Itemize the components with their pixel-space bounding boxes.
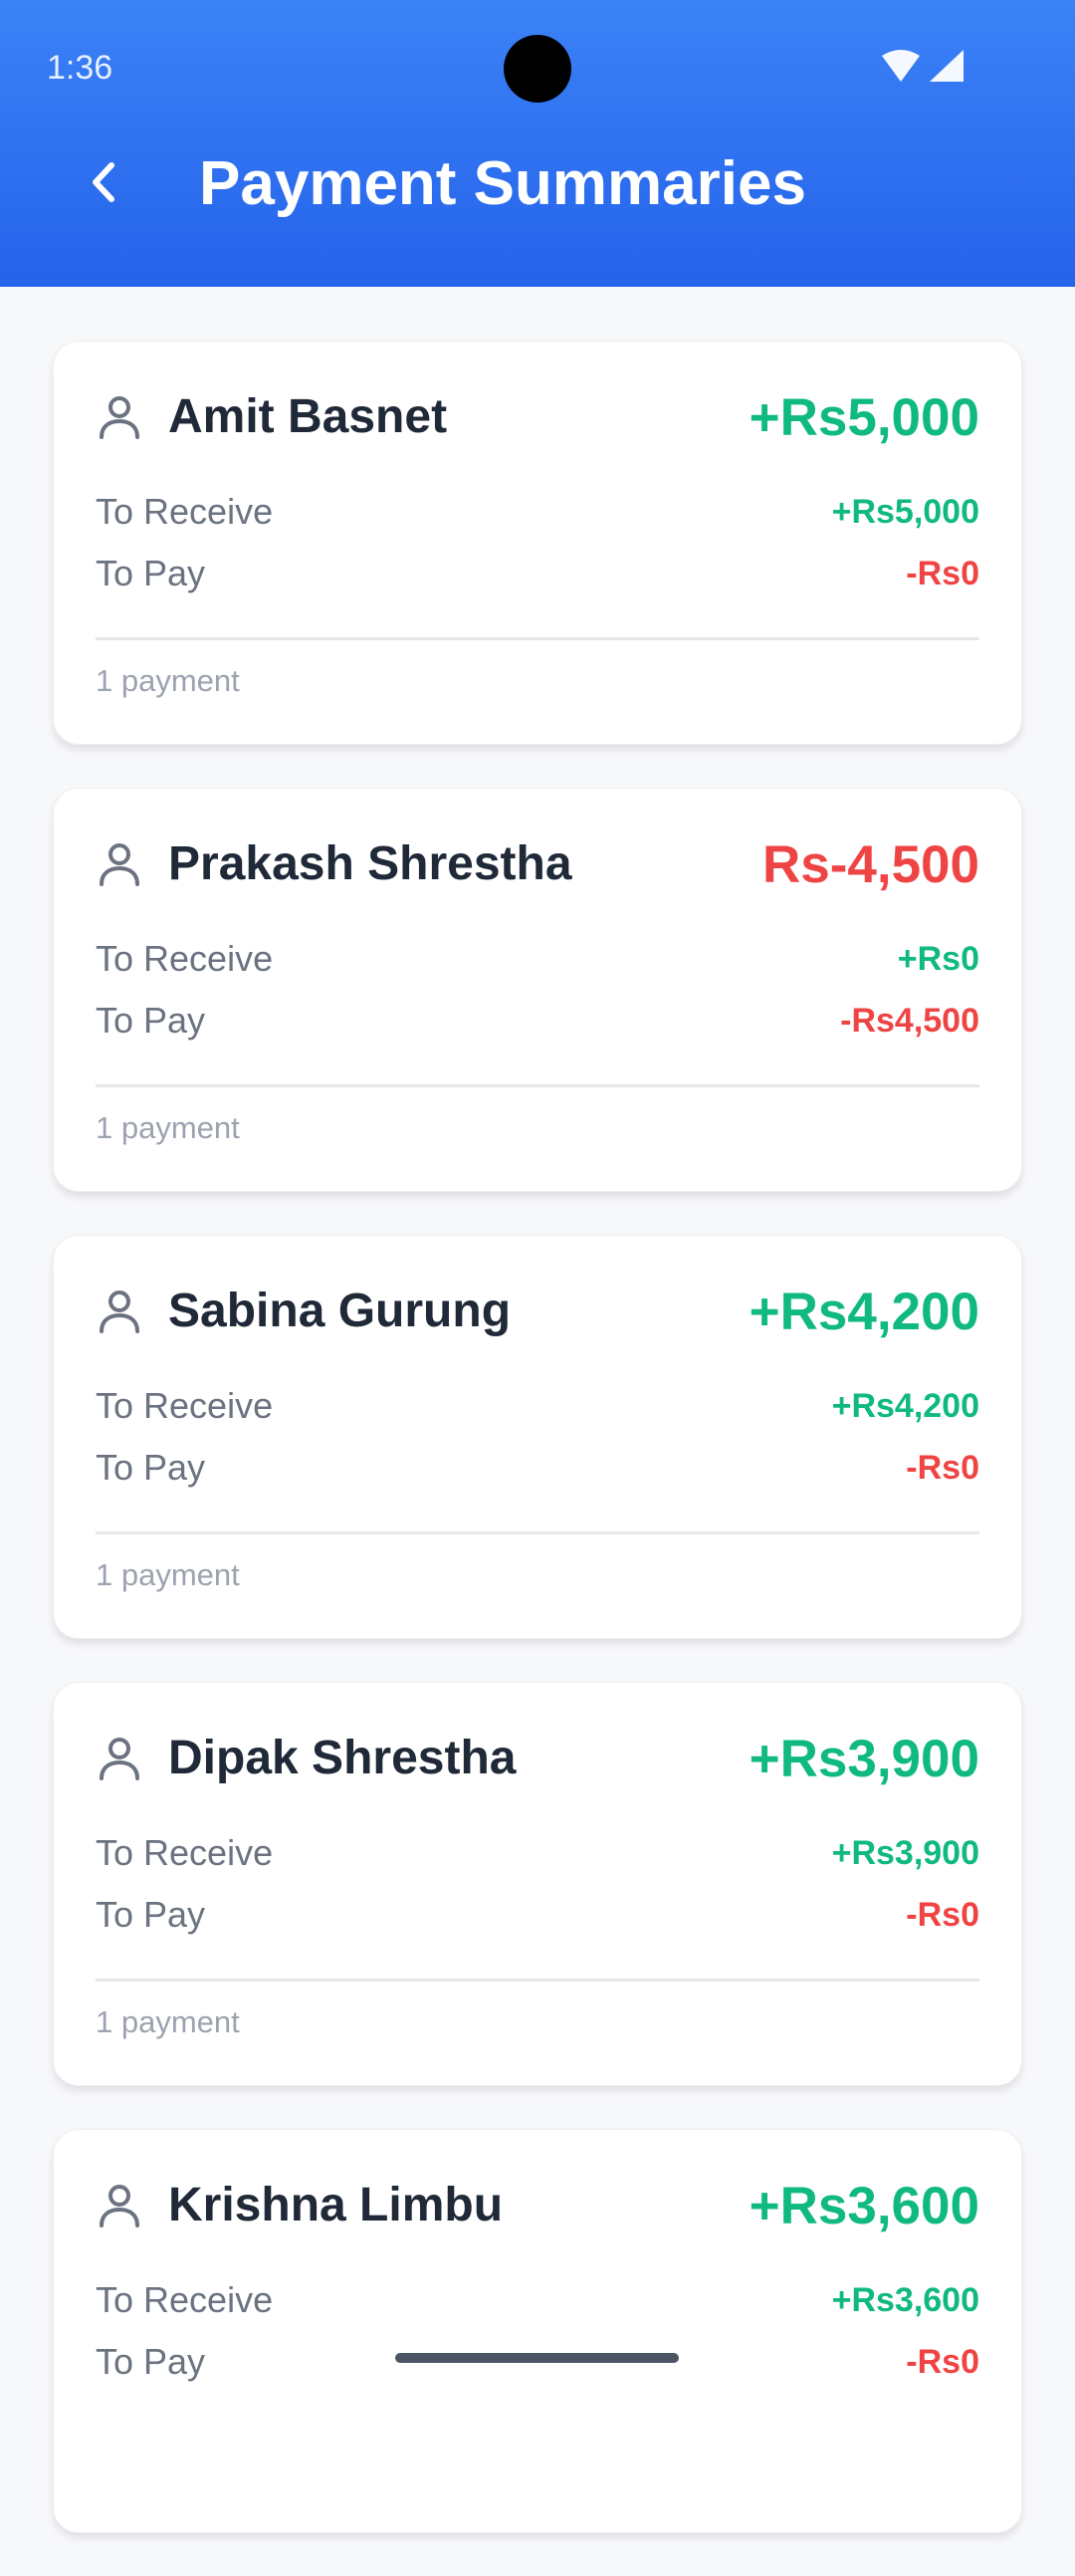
summary-card[interactable]: Sabina Gurung +Rs4,200 To Receive +Rs4,2… <box>53 1235 1022 1639</box>
to-pay-label: To Pay <box>96 553 206 593</box>
summary-card[interactable]: Amit Basnet +Rs5,000 To Receive +Rs5,000… <box>53 341 1022 745</box>
to-receive-label: To Receive <box>96 938 274 979</box>
page-title: Payment Summaries <box>199 149 806 218</box>
wifi-icon <box>882 50 920 82</box>
to-receive-label: To Receive <box>96 1832 274 1873</box>
chevron-left-icon[interactable] <box>70 147 139 217</box>
net-amount: +Rs5,000 <box>749 388 979 447</box>
to-receive-label: To Receive <box>96 2279 274 2320</box>
person-name: Krishna Limbu <box>168 2179 504 2231</box>
summary-card[interactable]: Dipak Shrestha +Rs3,900 To Receive +Rs3,… <box>53 1682 1022 2086</box>
divider <box>96 1084 979 1087</box>
payment-count: 1 payment <box>96 2004 240 2039</box>
to-pay-value: -Rs4,500 <box>840 1002 979 1040</box>
person-icon <box>100 2185 139 2227</box>
to-pay-value: -Rs0 <box>906 1449 979 1487</box>
to-pay-value: -Rs0 <box>906 555 979 592</box>
net-amount: Rs-4,500 <box>761 835 979 894</box>
net-amount: +Rs3,900 <box>749 1730 979 1788</box>
to-pay-value: -Rs0 <box>906 2343 979 2381</box>
summary-list: Amit Basnet +Rs5,000 To Receive +Rs5,000… <box>53 341 1022 2576</box>
divider <box>96 1979 979 1982</box>
to-receive-value: +Rs3,600 <box>831 2281 979 2319</box>
to-pay-label: To Pay <box>96 1447 206 1488</box>
divider <box>96 637 979 640</box>
signal-icon <box>930 50 964 82</box>
to-pay-label: To Pay <box>96 1000 206 1041</box>
camera-cutout <box>504 35 571 103</box>
payment-count: 1 payment <box>96 1110 240 1145</box>
to-receive-value: +Rs3,900 <box>831 1834 979 1872</box>
person-icon <box>100 843 139 886</box>
person-icon <box>100 1738 139 1780</box>
person-name: Amit Basnet <box>168 390 448 443</box>
person-name: Prakash Shrestha <box>168 837 572 890</box>
summary-card[interactable]: Krishna Limbu +Rs3,600 To Receive +Rs3,6… <box>53 2129 1022 2533</box>
to-receive-label: To Receive <box>96 1385 274 1426</box>
status-icons <box>882 50 964 82</box>
app-header: 1:36 Payment Summaries <box>0 0 1075 287</box>
person-name: Sabina Gurung <box>168 1285 512 1337</box>
payment-count: 1 payment <box>96 663 240 698</box>
home-indicator[interactable] <box>395 2353 679 2363</box>
person-name: Dipak Shrestha <box>168 1732 517 1784</box>
to-pay-label: To Pay <box>96 1894 206 1935</box>
divider <box>96 1531 979 1534</box>
net-amount: +Rs4,200 <box>749 1283 979 1341</box>
to-receive-value: +Rs4,200 <box>831 1387 979 1425</box>
person-icon <box>100 396 139 439</box>
to-receive-value: +Rs0 <box>897 940 979 978</box>
to-receive-value: +Rs5,000 <box>831 493 979 531</box>
status-time: 1:36 <box>47 49 113 87</box>
summary-card[interactable]: Prakash Shrestha Rs-4,500 To Receive +Rs… <box>53 788 1022 1192</box>
person-icon <box>100 1290 139 1333</box>
payment-count: 1 payment <box>96 1557 240 1592</box>
net-amount: +Rs3,600 <box>749 2177 979 2235</box>
to-pay-label: To Pay <box>96 2341 206 2382</box>
to-pay-value: -Rs0 <box>906 1896 979 1934</box>
to-receive-label: To Receive <box>96 491 274 532</box>
